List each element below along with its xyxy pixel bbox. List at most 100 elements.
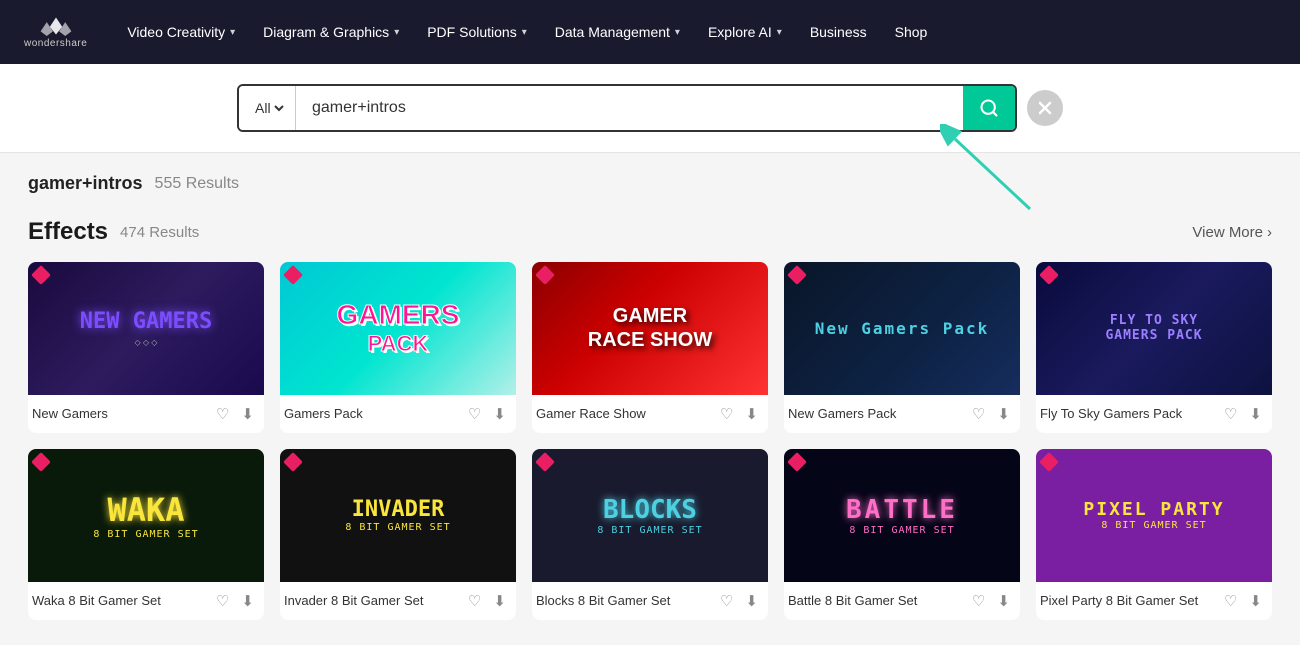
navbar: wondershare Video Creativity ▾ Diagram &… bbox=[0, 0, 1300, 64]
premium-icon bbox=[1039, 265, 1059, 285]
chevron-down-icon: ▾ bbox=[230, 27, 235, 38]
premium-icon bbox=[31, 452, 51, 472]
chevron-right-icon: › bbox=[1267, 224, 1272, 241]
card-download-button[interactable]: ⬇ bbox=[995, 403, 1012, 425]
search-filter-select[interactable]: All bbox=[251, 99, 287, 117]
card-fly-to-sky-gamers-pack[interactable]: FLY TO SKYGAMERS PACK Fly To Sky Gamers … bbox=[1036, 262, 1272, 433]
effects-section-title: Effects bbox=[28, 218, 108, 246]
nav-item-business[interactable]: Business bbox=[798, 16, 879, 48]
card-title-row: Gamers Pack ♡ ⬇ bbox=[280, 395, 516, 433]
chevron-down-icon: ▾ bbox=[522, 27, 527, 38]
card-like-button[interactable]: ♡ bbox=[970, 590, 987, 612]
card-download-button[interactable]: ⬇ bbox=[743, 403, 760, 425]
card-actions: ♡ ⬇ bbox=[970, 403, 1012, 425]
card-battle[interactable]: BATTLE 8 BIT GAMER SET Battle 8 Bit Game… bbox=[784, 449, 1020, 620]
nav-item-shop[interactable]: Shop bbox=[883, 16, 940, 48]
card-title: Blocks 8 Bit Gamer Set bbox=[536, 593, 670, 608]
card-like-button[interactable]: ♡ bbox=[214, 403, 231, 425]
card-thumbnail: INVADER 8 BIT GAMER SET bbox=[280, 449, 516, 582]
premium-icon bbox=[787, 265, 807, 285]
card-title-row: New Gamers Pack ♡ ⬇ bbox=[784, 395, 1020, 433]
card-like-button[interactable]: ♡ bbox=[466, 403, 483, 425]
card-title-row: Fly To Sky Gamers Pack ♡ ⬇ bbox=[1036, 395, 1272, 433]
card-waka[interactable]: WAKA 8 BIT GAMER SET Waka 8 Bit Gamer Se… bbox=[28, 449, 264, 620]
card-download-button[interactable]: ⬇ bbox=[239, 403, 256, 425]
view-more-button[interactable]: View More › bbox=[1192, 224, 1272, 241]
logo[interactable]: wondershare bbox=[24, 16, 87, 49]
effects-title-wrap: Effects 474 Results bbox=[28, 218, 199, 246]
card-like-button[interactable]: ♡ bbox=[1222, 403, 1239, 425]
card-download-button[interactable]: ⬇ bbox=[995, 590, 1012, 612]
card-new-gamers[interactable]: NEW GAMERS ◇ ◇ ◇ New Gamers ♡ ⬇ bbox=[28, 262, 264, 433]
card-title: Battle 8 Bit Gamer Set bbox=[788, 593, 917, 608]
card-like-button[interactable]: ♡ bbox=[718, 403, 735, 425]
logo-text: wondershare bbox=[24, 38, 87, 49]
search-results-header: gamer+intros 555 Results bbox=[28, 173, 1272, 194]
effects-section-header: Effects 474 Results View More › bbox=[28, 218, 1272, 246]
card-like-button[interactable]: ♡ bbox=[466, 590, 483, 612]
card-thumbnail: New Gamers Pack bbox=[784, 262, 1020, 395]
premium-icon bbox=[283, 452, 303, 472]
search-input[interactable] bbox=[296, 86, 963, 130]
nav-item-pdf-solutions[interactable]: PDF Solutions ▾ bbox=[415, 16, 539, 48]
card-actions: ♡ ⬇ bbox=[970, 590, 1012, 612]
card-title-row: Waka 8 Bit Gamer Set ♡ ⬇ bbox=[28, 582, 264, 620]
card-like-button[interactable]: ♡ bbox=[214, 590, 231, 612]
premium-icon bbox=[31, 265, 51, 285]
card-new-gamers-pack[interactable]: New Gamers Pack New Gamers Pack ♡ ⬇ bbox=[784, 262, 1020, 433]
card-title: Gamers Pack bbox=[284, 406, 363, 421]
card-like-button[interactable]: ♡ bbox=[970, 403, 987, 425]
card-download-button[interactable]: ⬇ bbox=[239, 590, 256, 612]
nav-item-video-creativity[interactable]: Video Creativity ▾ bbox=[115, 16, 247, 48]
card-thumbnail: BLOCKS 8 BIT GAMER SET bbox=[532, 449, 768, 582]
nav-item-data-management[interactable]: Data Management ▾ bbox=[543, 16, 692, 48]
effects-section: Effects 474 Results View More › NEW GAME… bbox=[28, 218, 1272, 620]
search-results-count: 555 Results bbox=[155, 175, 240, 193]
card-download-button[interactable]: ⬇ bbox=[1247, 590, 1264, 612]
card-download-button[interactable]: ⬇ bbox=[491, 590, 508, 612]
card-download-button[interactable]: ⬇ bbox=[743, 590, 760, 612]
card-actions: ♡ ⬇ bbox=[214, 590, 256, 612]
card-thumbnail: PIXEL PARTY 8 BIT GAMER SET bbox=[1036, 449, 1272, 582]
card-title: New Gamers bbox=[32, 406, 108, 421]
card-actions: ♡ ⬇ bbox=[466, 590, 508, 612]
card-title: New Gamers Pack bbox=[788, 406, 896, 421]
search-bar: All bbox=[237, 84, 1017, 132]
card-title: Pixel Party 8 Bit Gamer Set bbox=[1040, 593, 1198, 608]
card-title: Waka 8 Bit Gamer Set bbox=[32, 593, 161, 608]
premium-icon bbox=[535, 452, 555, 472]
card-like-button[interactable]: ♡ bbox=[718, 590, 735, 612]
card-actions: ♡ ⬇ bbox=[718, 403, 760, 425]
card-actions: ♡ ⬇ bbox=[718, 590, 760, 612]
chevron-down-icon: ▾ bbox=[675, 27, 680, 38]
premium-icon bbox=[1039, 452, 1059, 472]
nav-items: Video Creativity ▾ Diagram & Graphics ▾ … bbox=[115, 16, 1276, 48]
card-download-button[interactable]: ⬇ bbox=[491, 403, 508, 425]
search-clear-button[interactable] bbox=[1027, 90, 1063, 126]
card-title-row: Blocks 8 Bit Gamer Set ♡ ⬇ bbox=[532, 582, 768, 620]
card-thumbnail: BATTLE 8 BIT GAMER SET bbox=[784, 449, 1020, 582]
card-title-row: Pixel Party 8 Bit Gamer Set ♡ ⬇ bbox=[1036, 582, 1272, 620]
nav-item-diagram-graphics[interactable]: Diagram & Graphics ▾ bbox=[251, 16, 411, 48]
card-invader[interactable]: INVADER 8 BIT GAMER SET Invader 8 Bit Ga… bbox=[280, 449, 516, 620]
card-gamer-race-show[interactable]: GAMERRACE SHOW Gamer Race Show ♡ ⬇ bbox=[532, 262, 768, 433]
card-actions: ♡ ⬇ bbox=[214, 403, 256, 425]
card-blocks[interactable]: BLOCKS 8 BIT GAMER SET Blocks 8 Bit Game… bbox=[532, 449, 768, 620]
premium-icon bbox=[283, 265, 303, 285]
premium-icon bbox=[787, 452, 807, 472]
card-pixel-party[interactable]: PIXEL PARTY 8 BIT GAMER SET Pixel Party … bbox=[1036, 449, 1272, 620]
card-title-row: Invader 8 Bit Gamer Set ♡ ⬇ bbox=[280, 582, 516, 620]
card-like-button[interactable]: ♡ bbox=[1222, 590, 1239, 612]
search-button[interactable] bbox=[963, 86, 1015, 130]
card-title: Invader 8 Bit Gamer Set bbox=[284, 593, 423, 608]
card-title: Gamer Race Show bbox=[536, 406, 646, 421]
card-gamers-pack[interactable]: GAMERS PACK Gamers Pack ♡ ⬇ bbox=[280, 262, 516, 433]
card-download-button[interactable]: ⬇ bbox=[1247, 403, 1264, 425]
main-content: gamer+intros 555 Results Effects 474 Res… bbox=[0, 153, 1300, 640]
chevron-down-icon: ▾ bbox=[777, 27, 782, 38]
nav-item-explore-ai[interactable]: Explore AI ▾ bbox=[696, 16, 794, 48]
search-section: All bbox=[0, 64, 1300, 153]
close-icon bbox=[1038, 101, 1052, 115]
card-actions: ♡ ⬇ bbox=[466, 403, 508, 425]
search-filter[interactable]: All bbox=[239, 86, 296, 130]
